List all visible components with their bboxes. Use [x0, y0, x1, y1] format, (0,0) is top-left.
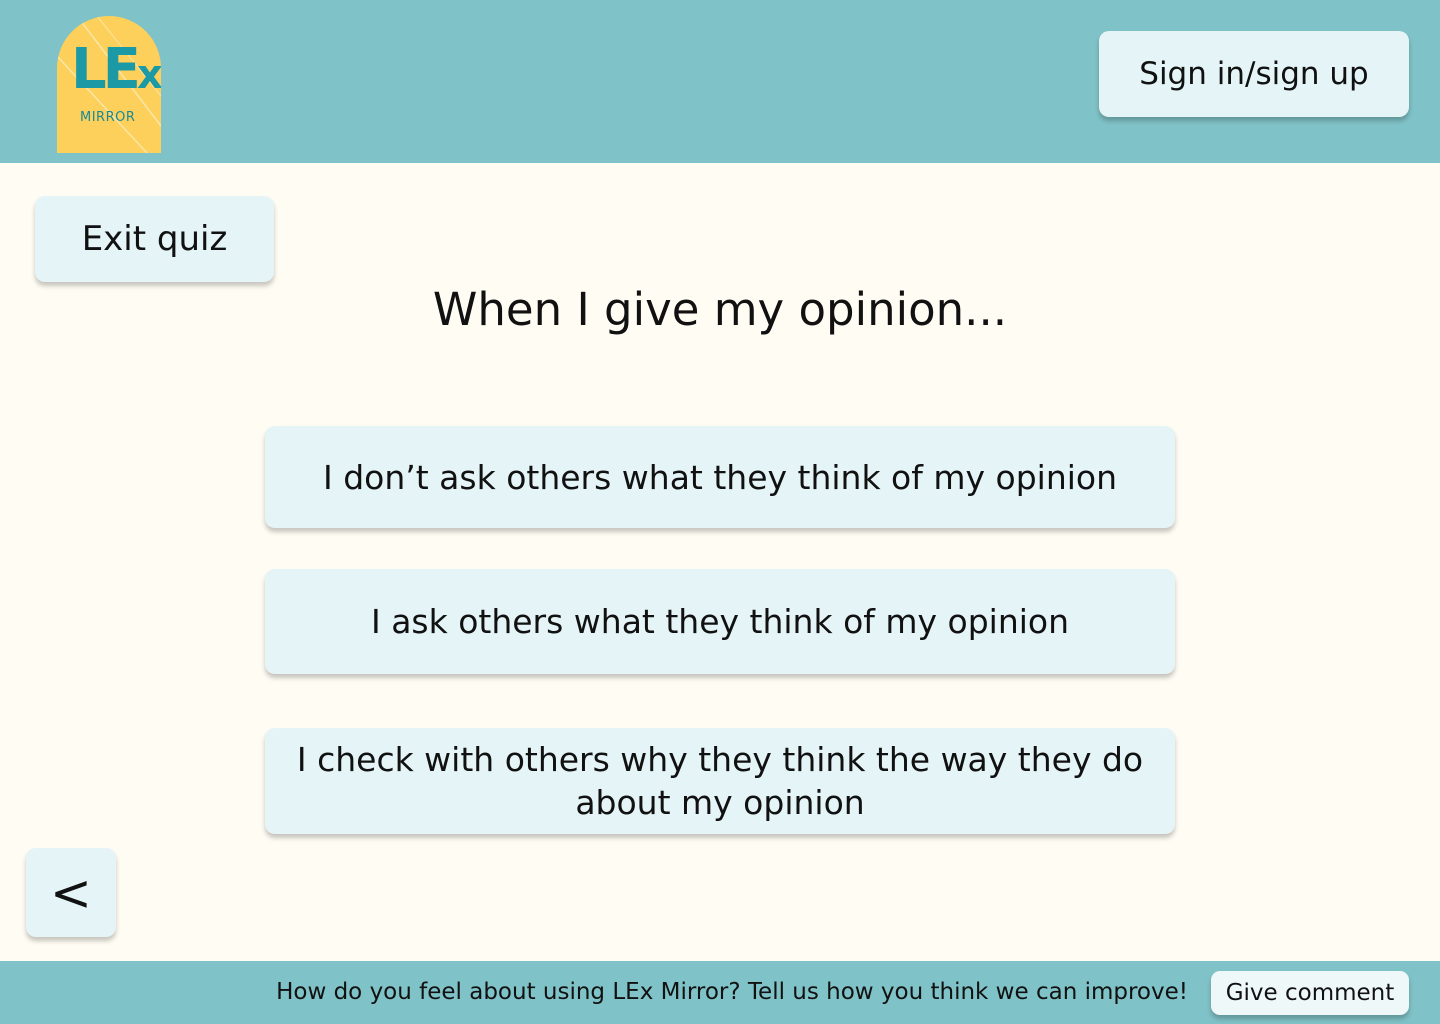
answer-option-1[interactable]: I don’t ask others what they think of my…	[265, 426, 1175, 528]
logo-subtitle: MIRROR	[80, 110, 136, 125]
logo-x-text: x	[136, 52, 161, 98]
feedback-prompt: How do you feel about using LEx Mirror? …	[276, 979, 1188, 1005]
sign-in-button[interactable]: Sign in/sign up	[1099, 31, 1409, 117]
back-button[interactable]: <	[26, 848, 116, 937]
lex-mirror-logo[interactable]: LEx MIRROR	[57, 16, 161, 153]
answer-option-3[interactable]: I check with others why they think the w…	[265, 728, 1175, 834]
answer-option-1-label: I don’t ask others what they think of my…	[322, 457, 1118, 497]
quiz-question: When I give my opinion...	[432, 283, 1008, 336]
give-comment-button[interactable]: Give comment	[1211, 971, 1409, 1015]
exit-quiz-button[interactable]: Exit quiz	[35, 196, 274, 282]
answer-option-2-label: I ask others what they think of my opini…	[370, 602, 1070, 641]
answer-option-2[interactable]: I ask others what they think of my opini…	[265, 569, 1175, 674]
header-bar: LEx MIRROR Sign in/sign up	[0, 0, 1440, 163]
answer-option-3-label: I check with others why they think the w…	[296, 740, 1144, 822]
logo-main-text: LE	[71, 37, 141, 102]
logo-wordmark: LEx	[71, 42, 161, 98]
